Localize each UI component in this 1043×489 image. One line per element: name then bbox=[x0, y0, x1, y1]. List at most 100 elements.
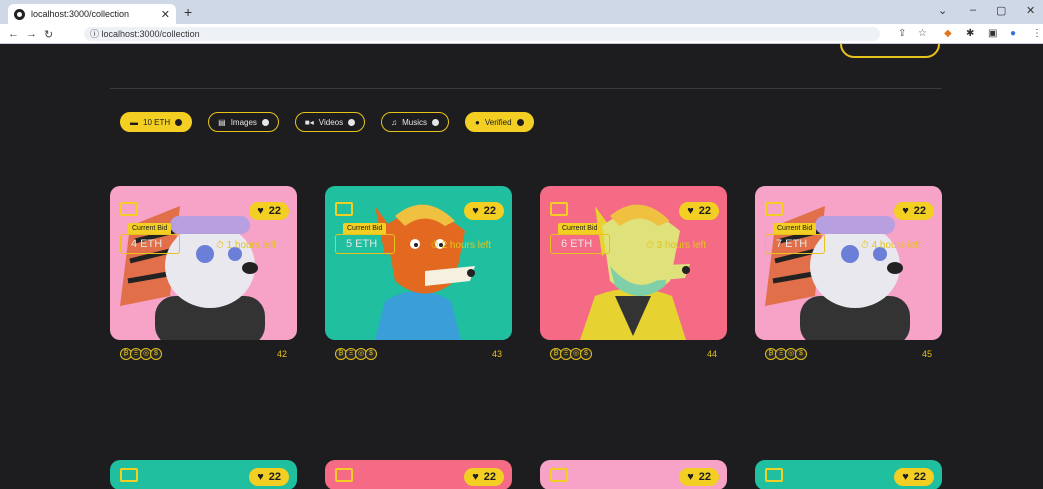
heart-icon: ♥ bbox=[902, 471, 909, 483]
nft-artwork[interactable]: ♥ 22 bbox=[755, 186, 942, 340]
image-type-icon bbox=[335, 468, 353, 482]
time-left-text: 4 hours left bbox=[871, 240, 922, 251]
url-field[interactable]: ⓘ localhost:3000/collection bbox=[84, 27, 880, 41]
like-badge[interactable]: ♥ 22 bbox=[894, 202, 934, 220]
filter-toggle-icon bbox=[261, 118, 269, 126]
token-id: 45 bbox=[921, 349, 932, 359]
nft-artwork[interactable]: ♥ 22 bbox=[540, 186, 727, 340]
filter-10-eth[interactable]: ▬ 10 ETH bbox=[120, 112, 193, 132]
time-left: ⏱ 4 hours left bbox=[861, 240, 921, 251]
card-meta: ₿ Ξ ◎ $ 45 bbox=[755, 348, 942, 368]
nft-artwork[interactable]: ♥ 22 bbox=[755, 460, 942, 489]
browser-menu-icon[interactable]: ⋮ bbox=[1032, 28, 1042, 39]
like-badge[interactable]: ♥ 22 bbox=[894, 468, 934, 486]
heart-icon: ♥ bbox=[472, 471, 479, 483]
current-bid-value: 4 ETH bbox=[120, 234, 180, 254]
wallet-icon: ▬ bbox=[130, 117, 138, 127]
window-close-icon[interactable]: ✕ bbox=[1026, 4, 1035, 17]
maximize-icon[interactable]: ▢ bbox=[996, 4, 1006, 17]
time-left: ⏱ 1 hours left bbox=[216, 240, 276, 251]
nft-artwork[interactable]: ♥ 22 bbox=[110, 186, 297, 340]
nft-card[interactable]: ♥ 22 ₿ Ξ ◎ $ 43 Current Bid 5 ETH ⏱ 2 hours … bbox=[325, 186, 512, 368]
site-info-icon[interactable]: ⓘ bbox=[90, 29, 102, 39]
time-left-text: 1 hours left bbox=[226, 240, 277, 251]
current-bid-value: 5 ETH bbox=[335, 234, 395, 254]
filter-label: 10 ETH bbox=[143, 117, 171, 127]
filter-verified[interactable]: ● Verified bbox=[465, 112, 534, 132]
header-button-cut-off[interactable] bbox=[840, 44, 940, 58]
coin-icon: $ bbox=[795, 348, 807, 360]
nft-artwork[interactable]: ♥ 22 bbox=[540, 460, 727, 489]
heart-icon: ♥ bbox=[902, 205, 909, 217]
filter-toggle-icon bbox=[516, 118, 524, 126]
heart-icon: ♥ bbox=[687, 471, 694, 483]
like-badge[interactable]: ♥ 22 bbox=[464, 468, 504, 486]
current-bid-value: 6 ETH bbox=[550, 234, 610, 254]
address-bar-row: ← → ↻ ⓘ localhost:3000/collection ⇪ ☆ ◆ … bbox=[0, 24, 1043, 44]
back-arrow-icon[interactable]: ← bbox=[8, 28, 19, 40]
metamask-extension-icon[interactable]: ◆ bbox=[944, 28, 952, 39]
nft-card[interactable]: ♥ 22 ₿ Ξ ◎ $ 45 Current Bid 7 ETH ⏱ 4 hours … bbox=[755, 186, 942, 368]
filter-images[interactable]: ▤ Images bbox=[208, 112, 279, 132]
browser-tab[interactable]: localhost:3000/collection ✕ bbox=[8, 4, 176, 24]
music-icon: ♫ bbox=[391, 117, 398, 127]
reload-icon[interactable]: ↻ bbox=[44, 28, 53, 41]
card-meta: ₿ Ξ ◎ $ 42 bbox=[110, 348, 297, 368]
tab-search-chevron-icon[interactable]: ⌄ bbox=[938, 4, 947, 17]
like-badge[interactable]: ♥ 22 bbox=[249, 468, 289, 486]
nft-card[interactable]: ♥ 22 ₿ Ξ ◎ $ 42 Current Bid 4 ETH ⏱ 1 hours … bbox=[110, 186, 297, 368]
minimize-icon[interactable]: – bbox=[970, 4, 976, 16]
like-count: 22 bbox=[913, 205, 926, 217]
filter-musics[interactable]: ♫ Musics bbox=[381, 112, 449, 132]
nft-artwork[interactable]: ♥ 22 bbox=[110, 460, 297, 489]
forward-arrow-icon[interactable]: → bbox=[26, 28, 37, 40]
share-icon[interactable]: ⇪ bbox=[898, 28, 906, 39]
user-icon: ● bbox=[475, 117, 480, 127]
image-type-icon bbox=[550, 468, 568, 482]
new-tab-icon[interactable]: + bbox=[184, 4, 192, 20]
time-left-text: 2 hours left bbox=[441, 240, 492, 251]
like-badge[interactable]: ♥ 22 bbox=[249, 202, 289, 220]
nft-card[interactable]: ♥ 22 bbox=[755, 460, 942, 489]
extensions-icon[interactable]: ✱ bbox=[966, 28, 974, 39]
image-type-icon bbox=[120, 202, 138, 216]
nft-card[interactable]: ♥ 22 bbox=[325, 460, 512, 489]
image-type-icon bbox=[765, 468, 783, 482]
heart-icon: ♥ bbox=[472, 205, 479, 217]
like-badge[interactable]: ♥ 22 bbox=[464, 202, 504, 220]
image-type-icon bbox=[765, 202, 783, 216]
nft-artwork[interactable]: ♥ 22 bbox=[325, 460, 512, 489]
like-count: 22 bbox=[483, 205, 496, 217]
site-favicon-icon bbox=[14, 8, 25, 20]
nft-artwork[interactable]: ♥ 22 bbox=[325, 186, 512, 340]
image-icon: ▤ bbox=[218, 117, 226, 127]
filter-label: Videos bbox=[318, 117, 344, 127]
like-badge[interactable]: ♥ 22 bbox=[679, 468, 719, 486]
like-badge[interactable]: ♥ 22 bbox=[679, 202, 719, 220]
clock-icon: ⏱ bbox=[646, 240, 657, 251]
like-count: 22 bbox=[698, 471, 711, 483]
bookmark-star-icon[interactable]: ☆ bbox=[918, 28, 927, 39]
collection-page: ▬ 10 ETH ▤ Images ■◂ Videos ♫ Musics ● V… bbox=[0, 44, 1043, 489]
heart-icon: ♥ bbox=[257, 471, 264, 483]
like-count: 22 bbox=[913, 471, 926, 483]
nft-card[interactable]: ♥ 22 bbox=[110, 460, 297, 489]
tab-close-icon[interactable]: ✕ bbox=[161, 8, 170, 21]
image-type-icon bbox=[120, 468, 138, 482]
coin-icon: $ bbox=[150, 348, 162, 360]
image-type-icon bbox=[335, 202, 353, 216]
like-count: 22 bbox=[268, 471, 281, 483]
nft-card[interactable]: ♥ 22 ₿ Ξ ◎ $ 44 Current Bid 6 ETH ⏱ 3 hours … bbox=[540, 186, 727, 368]
clock-icon: ⏱ bbox=[431, 240, 442, 251]
like-count: 22 bbox=[268, 205, 281, 217]
url-text: localhost:3000/collection bbox=[101, 29, 200, 39]
token-id: 42 bbox=[276, 349, 287, 359]
video-icon: ■◂ bbox=[304, 117, 314, 127]
filter-videos[interactable]: ■◂ Videos bbox=[294, 112, 366, 132]
profile-avatar-icon[interactable]: ● bbox=[1010, 28, 1016, 39]
filter-toggle-icon bbox=[348, 118, 356, 126]
filter-bar: ▬ 10 ETH ▤ Images ■◂ Videos ♫ Musics ● V… bbox=[120, 112, 534, 132]
sidebar-icon[interactable]: ▣ bbox=[988, 28, 997, 39]
filter-toggle-icon bbox=[432, 118, 439, 126]
nft-card[interactable]: ♥ 22 bbox=[540, 460, 727, 489]
